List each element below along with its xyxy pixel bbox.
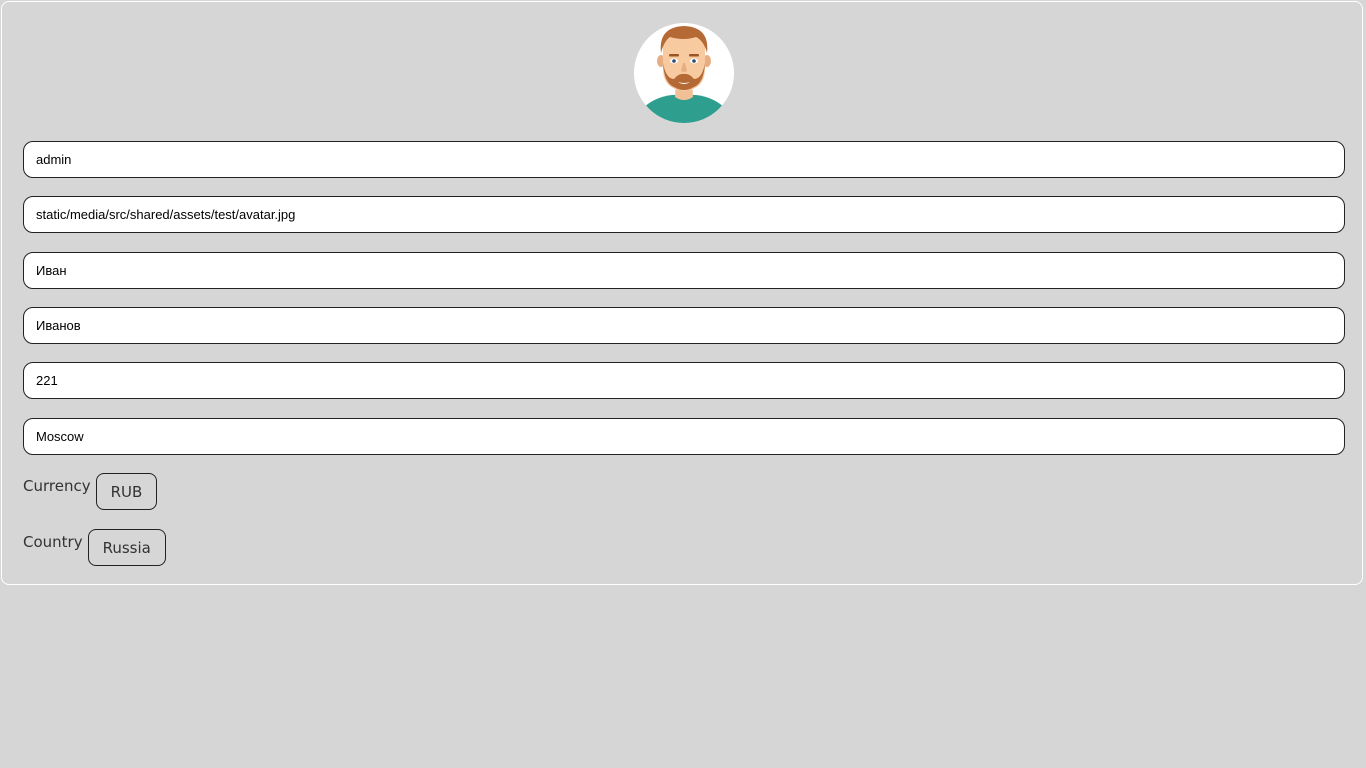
user-avatar-icon — [634, 23, 734, 123]
first-name-input[interactable] — [23, 252, 1345, 289]
currency-select-row: Currency RUB — [23, 473, 158, 510]
currency-label: Currency — [23, 477, 91, 495]
login-input[interactable] — [23, 141, 1345, 178]
country-label: Country — [23, 533, 83, 551]
country-select[interactable]: Russia — [87, 529, 166, 566]
city-input[interactable] — [23, 418, 1345, 455]
currency-select[interactable]: RUB — [95, 473, 158, 510]
profile-card: Currency RUB Country Russia — [1, 1, 1363, 585]
avatar — [634, 23, 734, 123]
last-name-input[interactable] — [23, 307, 1345, 344]
avatar-path-input[interactable] — [23, 196, 1345, 233]
age-input[interactable] — [23, 362, 1345, 399]
country-select-row: Country Russia — [23, 529, 166, 566]
